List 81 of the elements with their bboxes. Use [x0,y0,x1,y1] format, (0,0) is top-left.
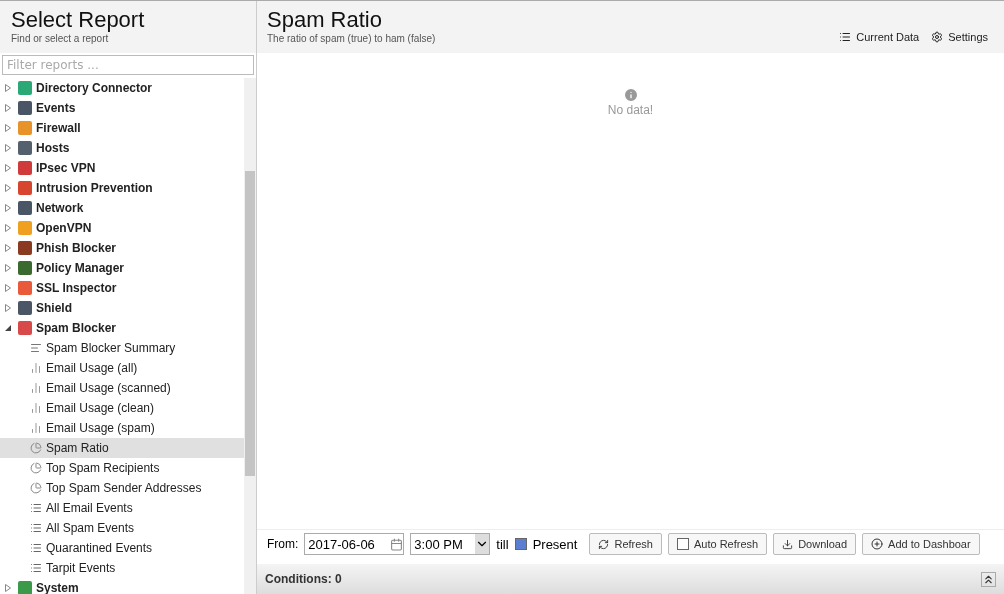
panel-title: Select Report [11,7,146,33]
collapse-icon[interactable] [4,324,12,332]
check-button[interactable]: Auto Refresh [667,533,768,555]
expand-icon[interactable] [4,144,12,152]
tree-item[interactable]: OpenVPN [0,218,244,238]
tree-item[interactable]: Top Spam Sender Addresses [0,478,244,498]
list-icon [30,522,42,534]
tree-item[interactable]: All Spam Events [0,518,244,538]
report-title: Spam Ratio [267,7,383,33]
list-icon [30,502,42,514]
tree-item[interactable]: Email Usage (clean) [0,398,244,418]
tree-item[interactable]: Spam Blocker [0,318,244,338]
list-icon [30,562,42,574]
expand-icon[interactable] [4,124,12,132]
tree-item[interactable]: SSL Inspector [0,278,244,298]
tree-item[interactable]: Phish Blocker [0,238,244,258]
report-subtitle: The ratio of spam (true) to ham (false) [267,33,436,44]
dropdown-icon[interactable] [475,534,490,554]
current-data-button[interactable]: Current Data [833,21,926,53]
tree-item[interactable]: Spam Blocker Summary [0,338,244,358]
list-icon [30,542,42,554]
bar-chart-icon [30,382,42,394]
expand-icon[interactable] [4,184,12,192]
from-label: From: [267,537,299,551]
bar-chart-icon [30,402,42,414]
text-lines-icon [30,342,42,354]
bar-chart-icon [30,422,42,434]
conditions-label: Conditions: 0 [265,572,342,586]
expand-icon[interactable] [4,584,12,592]
list-icon [839,31,852,43]
tree-item[interactable]: Hosts [0,138,244,158]
tree-item[interactable]: Policy Manager [0,258,244,278]
expand-icon[interactable] [4,264,12,272]
info-icon [622,87,639,103]
add-button[interactable]: Add to Dashboar [862,533,980,555]
scrollbar[interactable] [244,78,256,594]
till-label: till [496,536,509,552]
tree-item[interactable]: Intrusion Prevention [0,178,244,198]
tree-item[interactable]: Directory Connector [0,78,244,98]
expand-icon[interactable] [4,244,12,252]
tree-item[interactable]: Spam Ratio [0,438,244,458]
add-icon [871,538,884,550]
checkbox[interactable] [514,538,527,550]
download-button[interactable]: Download [773,533,857,555]
date-field[interactable]: 2017-06-06 [304,533,405,555]
expand-icon[interactable] [4,284,12,292]
refresh-icon [598,538,610,550]
tree-item[interactable]: Email Usage (spam) [0,418,244,438]
pie-chart-icon [30,462,42,474]
tree-item[interactable]: Email Usage (scanned) [0,378,244,398]
panel-subtitle: Find or select a report [11,33,110,44]
expand-icon[interactable] [4,224,12,232]
tree-item[interactable]: Top Spam Recipients [0,458,244,478]
tree-item[interactable]: Firewall [0,118,244,138]
pie-chart-icon [30,442,42,454]
collapse-icon[interactable] [981,571,996,587]
time-field[interactable]: 3:00 PM [410,533,491,555]
refresh-button[interactable]: Refresh [589,533,662,555]
expand-icon[interactable] [4,164,12,172]
tree-item[interactable]: Tarpit Events [0,558,244,578]
no-data-message: No data! [607,103,654,117]
tree-item[interactable]: IPsec VPN [0,158,244,178]
calendar-icon[interactable] [390,537,404,551]
present-label: Present [532,536,578,552]
bar-chart-icon [30,362,42,374]
settings-button[interactable]: Settings [925,21,994,53]
download-icon [782,538,794,550]
filter-field[interactable]: Filter reports ... [2,55,254,75]
tree-item[interactable]: Events [0,98,244,118]
expand-icon[interactable] [4,104,12,112]
gear-icon [931,31,944,43]
tree-item[interactable]: Email Usage (all) [0,358,244,378]
expand-icon[interactable] [4,304,12,312]
pie-chart-icon [30,482,42,494]
tree-item[interactable]: System [0,578,244,594]
tree-item[interactable]: All Email Events [0,498,244,518]
expand-icon[interactable] [4,204,12,212]
tree-item[interactable]: Shield [0,298,244,318]
tree-item[interactable]: Network [0,198,244,218]
tree-item[interactable]: Quarantined Events [0,538,244,558]
expand-icon[interactable] [4,84,12,92]
